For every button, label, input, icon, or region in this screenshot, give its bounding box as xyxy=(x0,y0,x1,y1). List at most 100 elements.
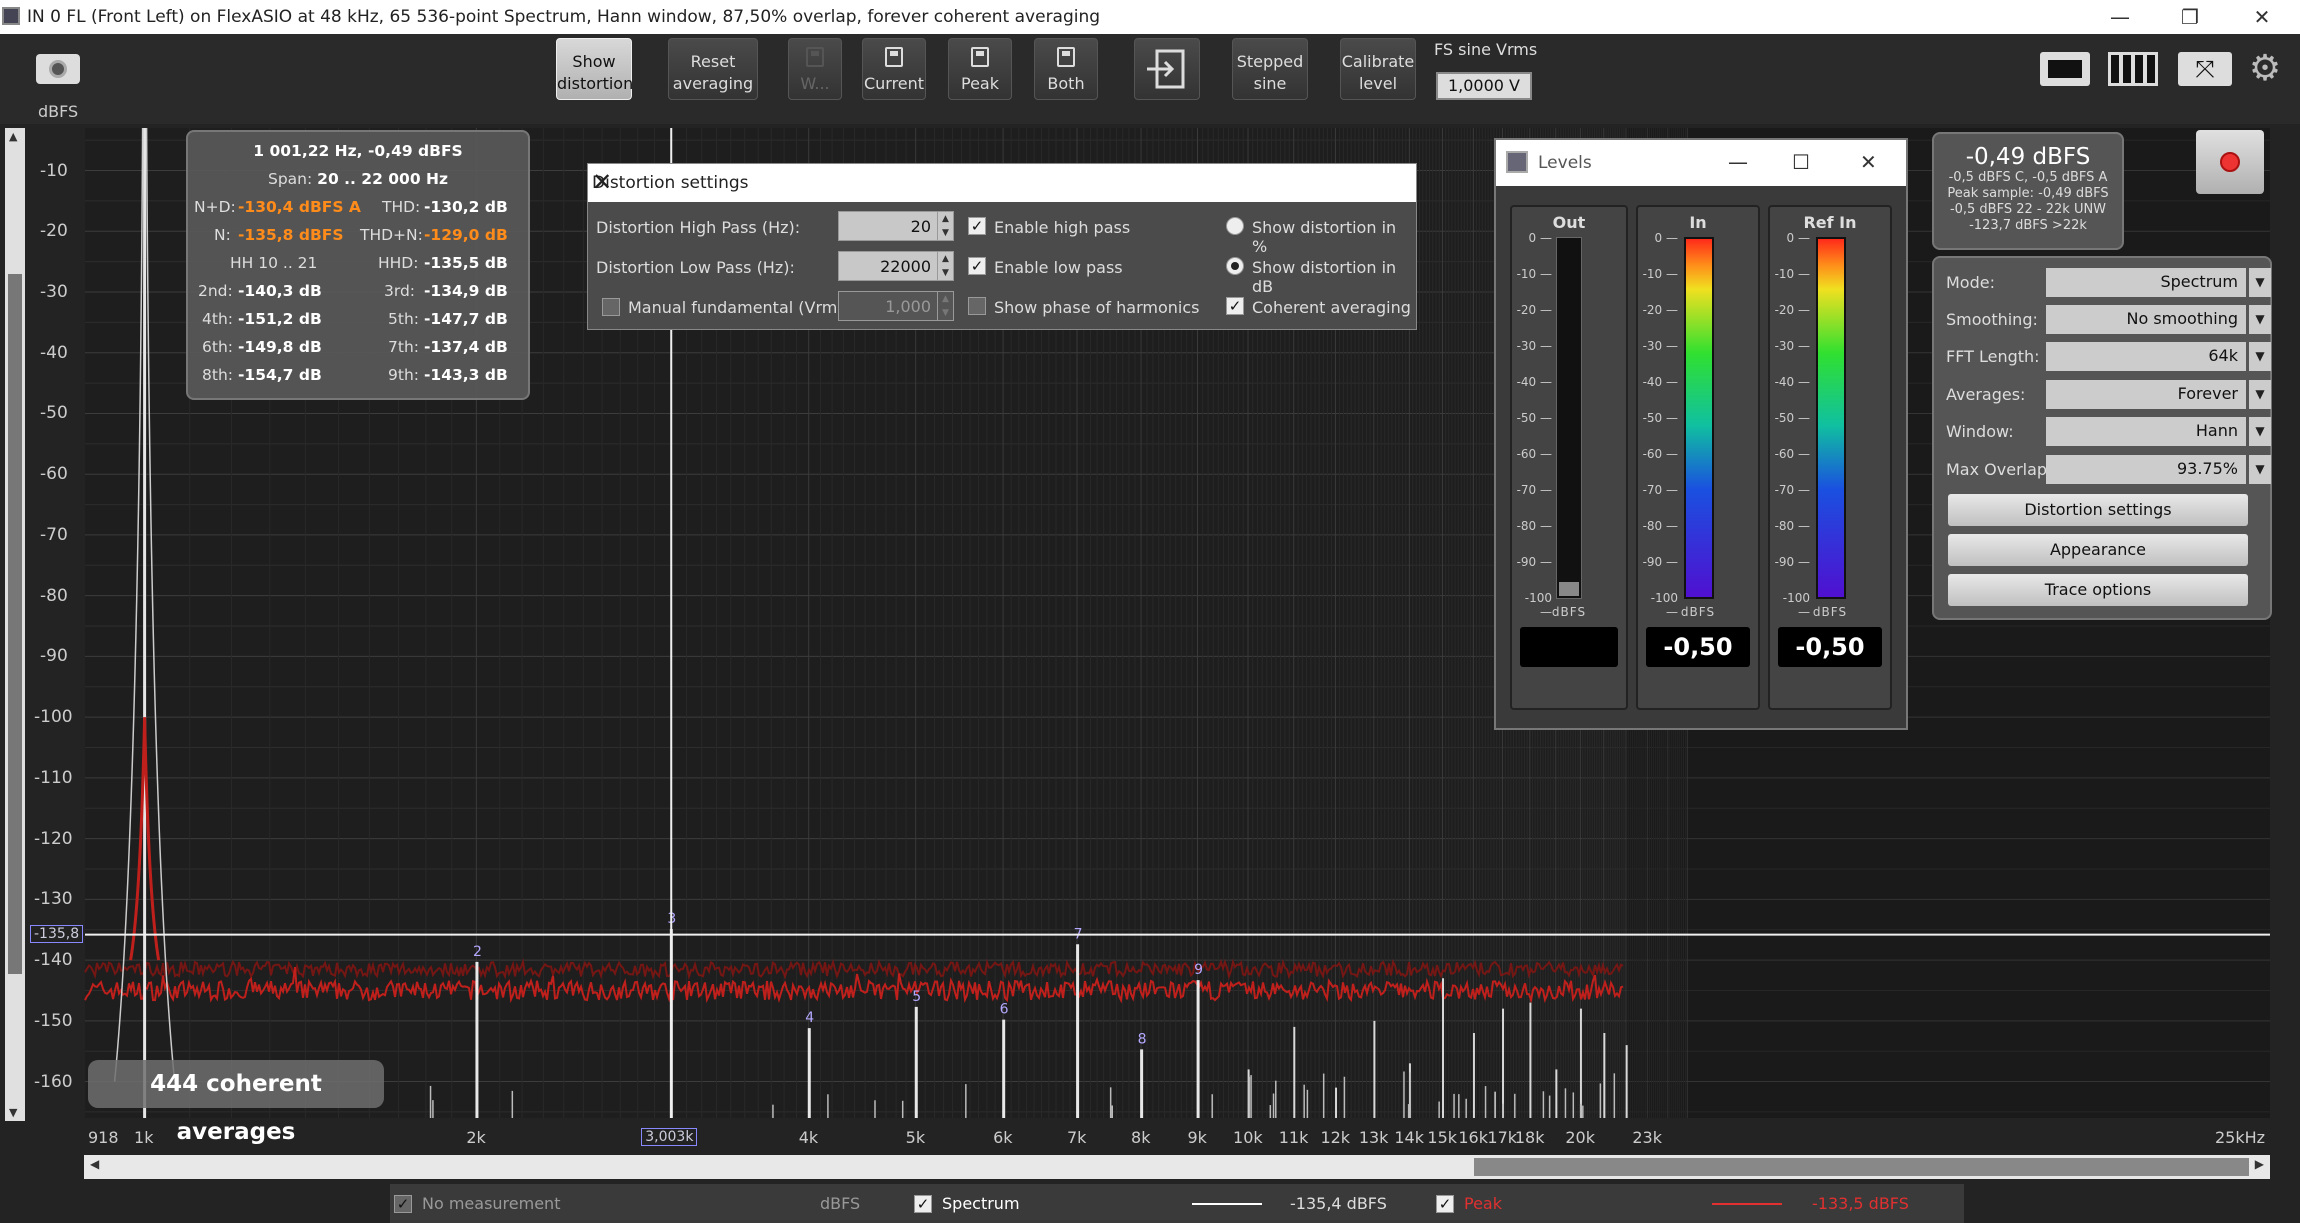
nd-label: N+D: xyxy=(194,198,236,216)
fft-length-label: FFT Length: xyxy=(1946,347,2040,366)
app-icon xyxy=(2,7,20,25)
x-tick-label: 14k xyxy=(1394,1128,1424,1147)
chevron-down-icon[interactable]: ▼ xyxy=(2249,268,2271,297)
show-phase-checkbox[interactable] xyxy=(968,297,986,315)
maximize-button[interactable]: ☐ xyxy=(1792,150,1810,174)
svg-text:9: 9 xyxy=(1194,962,1203,978)
y-tick-label: -30 xyxy=(40,281,68,302)
chevron-down-icon[interactable]: ▼ xyxy=(2249,455,2271,484)
meter-tick-label: -30 — xyxy=(1516,339,1552,353)
meter-tick-label: -10 — xyxy=(1516,267,1552,281)
reset-averaging-button[interactable]: Reset averaging xyxy=(668,38,758,100)
chevron-down-icon[interactable]: ▼ xyxy=(2249,305,2271,334)
x-tick-label: 16k xyxy=(1458,1128,1488,1147)
manual-fundamental-input[interactable]: 1,000 ▲ ▼ xyxy=(838,291,954,321)
x-tick-label: 5k xyxy=(905,1128,926,1147)
spectrum-checkbox[interactable]: ✓ xyxy=(914,1195,932,1213)
calibrate-level-button[interactable]: Calibrate level xyxy=(1340,38,1416,100)
high-pass-input[interactable]: 20 ▲ ▼ xyxy=(838,211,954,241)
stepped-sine-button[interactable]: Stepped sine xyxy=(1232,38,1308,100)
trace-options-button[interactable]: Trace options xyxy=(1948,574,2248,606)
low-pass-input[interactable]: 22000 ▲ ▼ xyxy=(838,251,954,281)
svg-text:5: 5 xyxy=(912,989,921,1005)
window-select[interactable]: Hann xyxy=(2046,417,2246,446)
import-button[interactable] xyxy=(1134,38,1200,100)
chevron-down-icon[interactable]: ▼ xyxy=(2249,380,2271,409)
analysis-controls-panel: Mode: Spectrum ▼ Smoothing: No smoothing… xyxy=(1932,256,2272,620)
vertical-scrollbar[interactable]: ▲ ▼ xyxy=(5,128,25,1121)
meter-tick-label: 0 — xyxy=(1528,231,1552,245)
x-tick-label: 11k xyxy=(1278,1128,1309,1147)
max-overlap-select[interactable]: 93.75% xyxy=(2046,455,2246,484)
camera-icon[interactable] xyxy=(36,54,80,84)
close-button[interactable]: ✕ xyxy=(1860,150,1877,174)
record-button[interactable] xyxy=(2196,130,2264,194)
span-label: Span: xyxy=(267,170,313,188)
y-tick-label: -120 xyxy=(34,828,73,849)
in-value: -0,50 xyxy=(1646,627,1750,667)
enable-high-pass-checkbox[interactable]: ✓ xyxy=(968,217,986,235)
peak-line-1: -0,5 dBFS C, -0,5 dBFS A xyxy=(1948,170,2108,185)
no-measurement-checkbox[interactable]: ✓ xyxy=(394,1195,412,1213)
gear-icon[interactable]: ⚙ xyxy=(2246,50,2284,88)
show-db-radio[interactable] xyxy=(1226,257,1244,275)
minimize-button[interactable]: — xyxy=(1728,150,1748,174)
meter-tick-label: -60 — xyxy=(1516,447,1552,461)
spinner-arrows-icon[interactable]: ▲ ▼ xyxy=(937,292,953,320)
chevron-down-icon[interactable]: ▼ xyxy=(2249,417,2271,446)
y-tick-label: -60 xyxy=(40,464,68,485)
close-icon[interactable]: ✕ xyxy=(592,168,1404,196)
appearance-button[interactable]: Appearance xyxy=(1948,534,2248,566)
distortion-settings-dialog: Distortion settings ✕ Distortion High Pa… xyxy=(587,163,1417,330)
spinner-arrows-icon[interactable]: ▲ ▼ xyxy=(937,212,953,240)
smoothing-select[interactable]: No smoothing xyxy=(2046,305,2246,334)
x-tick-label: 17k xyxy=(1487,1128,1518,1147)
coherent-averaging-checkbox[interactable]: ✓ xyxy=(1226,297,1244,315)
distortion-settings-button[interactable]: Distortion settings xyxy=(1948,494,2248,526)
spinner-arrows-icon[interactable]: ▲ ▼ xyxy=(937,252,953,280)
enable-low-pass-checkbox[interactable]: ✓ xyxy=(968,257,986,275)
layout-single-icon[interactable] xyxy=(2040,52,2090,86)
save-peak-button[interactable]: Peak xyxy=(948,38,1012,100)
meter-tick-label: -60 — xyxy=(1774,447,1810,461)
chevron-down-icon[interactable]: ▼ xyxy=(2249,342,2271,371)
averages-select[interactable]: Forever xyxy=(2046,380,2246,409)
x-tick-label: 7k xyxy=(1067,1128,1087,1147)
y-tick-label: -90 xyxy=(40,646,68,667)
horizontal-scroll-thumb[interactable] xyxy=(1474,1158,2249,1176)
mode-select[interactable]: Spectrum xyxy=(2046,268,2246,297)
vertical-scroll-thumb[interactable] xyxy=(8,274,22,974)
y-cursor-label: -135,8 xyxy=(30,924,84,943)
show-pct-radio[interactable] xyxy=(1226,217,1244,235)
x-tick-label: 4k xyxy=(798,1128,819,1147)
save-current-button[interactable]: Current xyxy=(862,38,926,100)
manual-fundamental-checkbox[interactable] xyxy=(602,298,620,316)
meter-tick-label: -90 — xyxy=(1642,555,1678,569)
x-tick-label: 15k xyxy=(1427,1128,1458,1147)
out-meter-title: Out xyxy=(1552,213,1586,232)
y-tick-label: -110 xyxy=(34,767,73,788)
minimize-button[interactable]: — xyxy=(2086,0,2154,34)
maximize-button[interactable]: ❐ xyxy=(2156,0,2224,34)
spectrum-label: Spectrum xyxy=(942,1194,1020,1213)
layout-columns-icon[interactable] xyxy=(2108,52,2158,86)
fs-sine-label: FS sine Vrms xyxy=(1434,40,1538,59)
meter-tick-label: -10 — xyxy=(1774,267,1810,281)
w-button[interactable]: W... xyxy=(788,38,842,100)
close-button[interactable]: ✕ xyxy=(2228,0,2296,34)
fs-sine-input[interactable]: 1,0000 V xyxy=(1436,72,1532,100)
peak-checkbox[interactable]: ✓ xyxy=(1436,1195,1454,1213)
n-label: N: xyxy=(214,226,231,244)
horizontal-scrollbar[interactable]: ◀ ▶ xyxy=(84,1155,2270,1179)
peak-label: Peak xyxy=(1464,1194,1502,1213)
meter-tick-label: -60 — xyxy=(1642,447,1678,461)
save-both-button[interactable]: Both xyxy=(1034,38,1098,100)
fullscreen-icon[interactable]: ⤧ xyxy=(2178,52,2232,86)
save-icon xyxy=(806,47,824,67)
show-distortion-button[interactable]: Show distortion xyxy=(556,38,633,100)
enable-low-pass-label: Enable low pass xyxy=(994,258,1123,277)
svg-text:4: 4 xyxy=(805,1010,814,1026)
h7-label: 7th: xyxy=(388,338,419,356)
thd-value: -130,2 dB xyxy=(424,198,508,216)
fft-length-select[interactable]: 64k xyxy=(2046,342,2246,371)
